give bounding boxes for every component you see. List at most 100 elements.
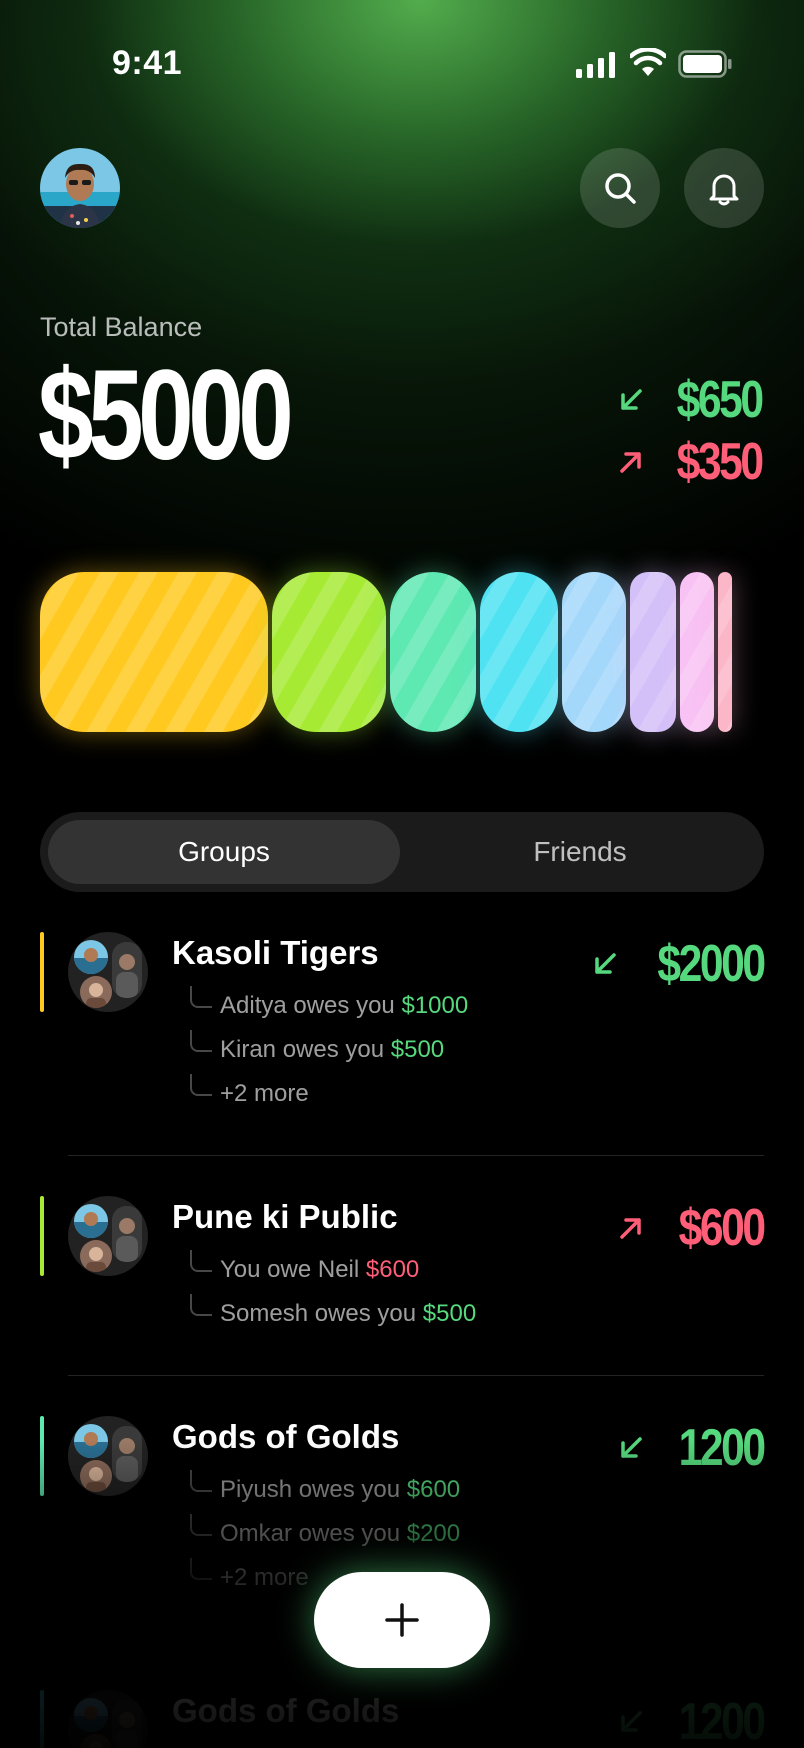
group-avatar — [68, 1196, 148, 1276]
debt-line: +2 more — [220, 1564, 309, 1592]
member-avatar — [74, 1424, 108, 1458]
debt-amount: $600 — [406, 1476, 461, 1503]
member-avatar — [112, 1426, 142, 1482]
group-balance-amount: 1200 — [678, 1419, 766, 1477]
debt-text: Omkar owes you — [220, 1520, 407, 1547]
member-avatar — [80, 976, 112, 1008]
tree-connector — [190, 1030, 212, 1052]
status-bar: 9:41 — [0, 0, 804, 130]
app-screen: 9:41 Total Balance $5000 $650 $350 Group… — [0, 0, 804, 1748]
tree-connector — [190, 1470, 212, 1492]
debt-text: +2 more — [220, 1564, 309, 1591]
arrow-down-left-icon — [621, 389, 643, 410]
member-avatar — [74, 1698, 108, 1732]
member-avatar — [80, 1460, 112, 1492]
debt-line: +2 more — [220, 1080, 309, 1108]
member-avatar — [112, 1206, 142, 1262]
status-time: 9:41 — [112, 44, 183, 82]
user-avatar[interactable] — [40, 148, 120, 228]
wifi-icon — [630, 48, 666, 76]
group-balance-amount: 1200 — [678, 1693, 766, 1748]
incoming-amount: $650 — [676, 371, 764, 429]
group-avatar — [68, 1690, 148, 1748]
group-name: Gods of Golds — [172, 1692, 400, 1729]
breakdown-segment[interactable] — [390, 572, 476, 732]
outgoing-summary: $350 — [618, 433, 764, 491]
debt-text: Piyush owes you — [220, 1476, 407, 1503]
spending-breakdown-bar[interactable] — [40, 572, 764, 732]
group-name: Pune ki Public — [172, 1198, 398, 1235]
group-balance: 1200 — [618, 1419, 766, 1477]
breakdown-segment[interactable] — [40, 572, 268, 732]
breakdown-segment[interactable] — [630, 572, 676, 732]
total-balance-amount: $5000 — [38, 344, 294, 487]
list-divider — [68, 1375, 764, 1376]
avatar-photo — [40, 148, 120, 228]
group-balance: $600 — [618, 1199, 766, 1257]
group-avatar — [68, 1416, 148, 1496]
debt-text: +2 more — [220, 1080, 309, 1107]
debt-text: You owe Neil — [220, 1256, 366, 1283]
debt-line: Aditya owes you $1000 — [220, 992, 468, 1020]
list-divider — [68, 1155, 764, 1156]
breakdown-segment[interactable] — [480, 572, 558, 732]
arrow-down-left-icon — [595, 953, 617, 974]
search-icon — [605, 173, 636, 204]
debt-text: Kiran owes you — [220, 1036, 391, 1063]
breakdown-segment[interactable] — [718, 572, 732, 732]
search-button[interactable] — [580, 148, 660, 228]
breakdown-segment[interactable] — [272, 572, 386, 732]
arrow-up-right-icon — [620, 452, 642, 473]
notifications-button[interactable] — [684, 148, 764, 228]
member-avatar — [74, 1204, 108, 1238]
bell-icon — [709, 174, 739, 206]
debt-line: You owe Neil $600 — [220, 1256, 419, 1284]
debt-amount: $500 — [422, 1300, 477, 1327]
debt-line: Kiran owes you $500 — [220, 1036, 444, 1064]
debt-line: Somesh owes you $500 — [220, 1300, 476, 1328]
tree-connector — [190, 1558, 212, 1580]
debt-amount: $200 — [406, 1520, 461, 1547]
battery-icon — [678, 50, 732, 78]
debt-text: Aditya owes you — [220, 992, 402, 1019]
debt-amount: $500 — [390, 1036, 445, 1063]
arrow-up-right-icon — [620, 1218, 642, 1239]
group-balance-amount: $2000 — [657, 935, 767, 993]
member-avatar — [80, 1734, 112, 1748]
group-avatar — [68, 932, 148, 1012]
total-balance-label: Total Balance — [40, 312, 203, 342]
tree-connector — [190, 1294, 212, 1316]
view-tabs: Groups Friends — [40, 812, 764, 892]
arrow-down-left-icon — [621, 1711, 643, 1732]
group-accent-bar — [40, 1416, 44, 1496]
incoming-summary: $650 — [618, 371, 764, 429]
debt-line: Piyush owes you $600 — [220, 1476, 460, 1504]
debt-line: Omkar owes you $200 — [220, 1520, 460, 1548]
tab-groups[interactable]: Groups — [48, 820, 400, 884]
debt-text: Somesh owes you — [220, 1300, 423, 1327]
member-avatar — [112, 1700, 142, 1748]
tab-friends[interactable]: Friends — [404, 820, 756, 884]
debt-amount: $1000 — [401, 992, 469, 1019]
member-avatar — [74, 940, 108, 974]
group-balance: 1200 — [618, 1693, 766, 1748]
outgoing-amount: $350 — [676, 433, 764, 491]
tree-connector — [190, 986, 212, 1008]
tree-connector — [190, 1250, 212, 1272]
tree-connector — [190, 1514, 212, 1536]
tree-connector — [190, 1074, 212, 1096]
group-name: Gods of Golds — [172, 1418, 400, 1455]
group-balance: $2000 — [592, 935, 767, 993]
add-button[interactable] — [314, 1572, 490, 1668]
group-name: Kasoli Tigers — [172, 934, 379, 971]
group-accent-bar — [40, 1196, 44, 1276]
arrow-down-left-icon — [621, 1437, 643, 1458]
breakdown-segment[interactable] — [680, 572, 714, 732]
member-avatar — [80, 1240, 112, 1272]
member-avatar — [112, 942, 142, 998]
debt-amount: $600 — [365, 1256, 420, 1283]
breakdown-segment[interactable] — [562, 572, 626, 732]
signal-icon — [576, 52, 615, 78]
group-balance-amount: $600 — [678, 1199, 766, 1257]
group-accent-bar — [40, 932, 44, 1012]
